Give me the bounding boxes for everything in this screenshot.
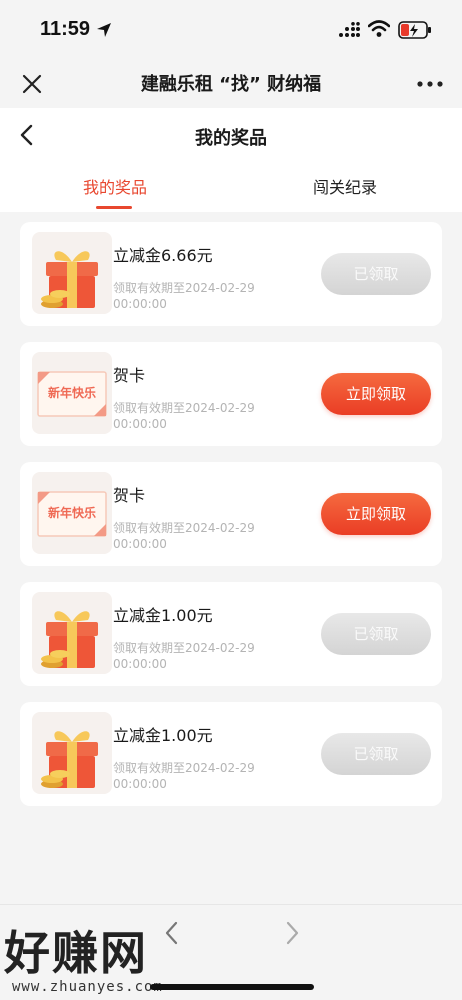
prize-expiry: 领取有效期至2024-02-29 00:00:00	[113, 401, 255, 431]
claim-now-button[interactable]: 立即领取	[321, 373, 431, 415]
card-greeting-text: 新年快乐	[47, 386, 96, 400]
more-options-icon[interactable]	[414, 70, 446, 98]
prize-expiry: 领取有效期至2024-02-29 00:00:00	[113, 641, 255, 671]
prize-card: 立减金6.66元 领取有效期至2024-02-29 00:00:00 已领取	[20, 222, 442, 326]
status-time: 11:59	[40, 18, 91, 40]
page-header: 我的奖品 我的奖品 闯关纪录	[0, 108, 462, 212]
prize-expiry: 领取有效期至2024-02-29 00:00:00	[113, 521, 255, 551]
tab-challenge-records[interactable]: 闯关纪录	[270, 174, 420, 198]
claimed-button[interactable]: 已领取	[321, 613, 431, 655]
prize-name: 立减金1.00元	[113, 726, 213, 745]
webview-title: 建融乐租 “找” 财纳福	[140, 74, 322, 95]
browser-forward-icon[interactable]	[280, 919, 304, 947]
prize-card: 立减金1.00元 领取有效期至2024-02-29 00:00:00 已领取	[20, 582, 442, 686]
status-bar: 11:59	[0, 0, 462, 60]
claimed-button[interactable]: 已领取	[321, 253, 431, 295]
prize-card: 立减金1.00元 领取有效期至2024-02-29 00:00:00 已领取	[20, 702, 442, 806]
watermark-title: 好赚网	[4, 926, 148, 980]
gift-box-icon	[32, 232, 112, 314]
prize-name: 立减金6.66元	[113, 246, 213, 265]
prize-expiry: 领取有效期至2024-02-29 00:00:00	[113, 761, 255, 791]
prize-name: 立减金1.00元	[113, 606, 213, 625]
wifi-icon	[368, 20, 390, 37]
page-title: 我的奖品	[195, 128, 267, 149]
prize-card: 新年快乐 贺卡 领取有效期至2024-02-29 00:00:00 立即领取	[20, 462, 442, 566]
prize-list: 立减金6.66元 领取有效期至2024-02-29 00:00:00 已领取 新…	[20, 222, 442, 822]
greeting-card-icon: 新年快乐	[32, 472, 112, 554]
prize-card: 新年快乐 贺卡 领取有效期至2024-02-29 00:00:00 立即领取	[20, 342, 442, 446]
greeting-card-icon: 新年快乐	[32, 352, 112, 434]
tab-my-prizes[interactable]: 我的奖品	[40, 174, 190, 198]
gift-box-icon	[32, 712, 112, 794]
prize-expiry: 领取有效期至2024-02-29 00:00:00	[113, 281, 255, 311]
prize-name: 贺卡	[113, 486, 146, 505]
webview-title-bar: 建融乐租 “找” 财纳福	[0, 60, 462, 108]
active-tab-indicator	[96, 206, 132, 209]
gift-box-icon	[32, 592, 112, 674]
watermark-url: www.zhuanyes.com	[12, 979, 163, 995]
home-indicator	[150, 984, 314, 990]
signal-icon	[339, 22, 360, 37]
card-greeting-text: 新年快乐	[47, 506, 96, 520]
battery-charging-icon	[398, 21, 431, 39]
prize-name: 贺卡	[113, 366, 146, 385]
claim-now-button[interactable]: 立即领取	[321, 493, 431, 535]
claimed-button[interactable]: 已领取	[321, 733, 431, 775]
location-arrow-icon	[97, 23, 111, 37]
